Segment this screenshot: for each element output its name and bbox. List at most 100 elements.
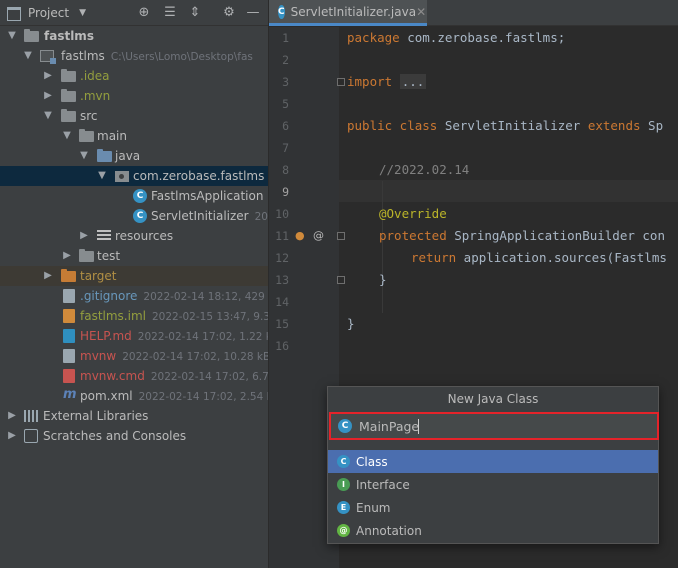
fold-marker-icon[interactable] — [337, 232, 345, 240]
tree-row-external-libraries[interactable]: ▶ External Libraries — [0, 406, 268, 426]
chevron-right-icon: ▶ — [44, 90, 52, 101]
tree-label: ServletInitializer 2022 — [151, 206, 268, 227]
project-view-selector[interactable]: Project ▼ — [0, 0, 86, 26]
tree-row-help[interactable]: HELP.md 2022-02-14 17:02, 1.22 kB — [0, 326, 268, 346]
file-name: fastlms.iml — [80, 309, 146, 323]
keyword: extends — [587, 118, 641, 133]
expand-all-icon[interactable]: ☰ — [162, 5, 178, 21]
markdown-file-icon — [63, 329, 75, 343]
tab-servlet-initializer[interactable]: C ServletInitializer.java ✕ — [269, 0, 427, 26]
class-icon: C — [278, 4, 285, 19]
chevron-right-icon: ▶ — [44, 70, 52, 81]
gear-icon[interactable]: ⚙ — [221, 5, 237, 21]
code-line: } — [347, 313, 355, 335]
tree-row-main[interactable]: ▼ main — [0, 126, 268, 146]
cmd-file-icon — [63, 369, 75, 383]
class-icon: C — [338, 419, 352, 433]
tree-label: External Libraries — [43, 409, 149, 423]
chevron-down-icon: ▼ — [8, 30, 16, 41]
tree-row-app-class[interactable]: C FastlmsApplication20 — [0, 186, 268, 206]
file-meta: 2022 — [254, 211, 268, 223]
class-icon: C — [337, 455, 350, 468]
fold-marker-icon[interactable] — [337, 78, 345, 86]
file-meta: 2022-02-14 17:02, 1.22 kB — [137, 331, 268, 343]
tree-label: Scratches and Consoles — [43, 429, 187, 443]
tree-label: java — [115, 149, 141, 163]
chevron-down-icon: ▼ — [98, 170, 106, 181]
tree-row-scratches[interactable]: ▶ Scratches and Consoles — [0, 426, 268, 446]
tree-row-test[interactable]: ▶ test — [0, 246, 268, 266]
line-number: 15 — [275, 317, 289, 331]
iml-file-icon — [63, 309, 75, 323]
tree-label: .gitignore 2022-02-14 18:12, 429 B 1 — [80, 286, 268, 307]
option-class[interactable]: C Class — [328, 450, 658, 473]
code-line: //2022.02.14 — [379, 159, 469, 181]
tree-label: fastlms.iml 2022-02-15 13:47, 9.3 kB — [80, 306, 268, 327]
option-annotation[interactable]: @ Annotation — [328, 519, 658, 542]
tree-label: target — [80, 269, 117, 283]
new-java-class-popup: New Java Class C MainPage C Class I Inte… — [327, 386, 659, 544]
tree-row-target[interactable]: ▶ target — [0, 266, 268, 286]
tree-label: resources — [115, 229, 174, 243]
file-name: pom.xml — [80, 389, 133, 403]
tree-row-mvnw[interactable]: mvnw 2022-02-14 17:02, 10.28 kB — [0, 346, 268, 366]
tree-row-mvn[interactable]: ▶ .mvn — [0, 86, 268, 106]
keyword: package — [347, 30, 400, 45]
close-icon[interactable]: ✕ — [416, 5, 426, 19]
file-meta: 2022-02-14 17:02, 2.54 kB — [138, 391, 268, 403]
module-path: C:\Users\Lomo\Desktop\fas — [110, 51, 253, 63]
class-icon: C — [133, 209, 147, 223]
tree-row-root[interactable]: ▼ fastlms — [0, 26, 268, 46]
tree-label: test — [97, 249, 121, 263]
tree-row-module[interactable]: ▼ fastlms C:\Users\Lomo\Desktop\fas — [0, 46, 268, 66]
class-name-field[interactable]: C MainPage — [329, 412, 659, 440]
folder-icon — [79, 129, 94, 142]
tree-row-pom[interactable]: m pom.xml 2022-02-14 17:02, 2.54 kB — [0, 386, 268, 406]
line-number: 7 — [282, 141, 289, 155]
tree-row-mvnwcmd[interactable]: mvnw.cmd 2022-02-14 17:02, 6.73 k — [0, 366, 268, 386]
tree-row-java[interactable]: ▼ java — [0, 146, 268, 166]
tree-row-gitignore[interactable]: .gitignore 2022-02-14 18:12, 429 B 1 — [0, 286, 268, 306]
line-number: 12 — [275, 251, 289, 265]
chevron-down-icon: ▼ — [44, 110, 52, 121]
collapse-all-icon[interactable]: ⇕ — [187, 5, 203, 21]
package-icon — [115, 171, 129, 182]
option-interface[interactable]: I Interface — [328, 473, 658, 496]
tree-row-resources[interactable]: ▶ resources — [0, 226, 268, 246]
code-line: import ... — [347, 71, 427, 93]
class-name-input[interactable]: MainPage — [359, 419, 419, 434]
indent-guide — [382, 181, 383, 313]
override-marker-icon[interactable]: ● — [295, 225, 305, 247]
file-meta: 2022-02-14 18:12, 429 B 1 — [143, 291, 268, 303]
tree-row-iml[interactable]: fastlms.iml 2022-02-15 13:47, 9.3 kB — [0, 306, 268, 326]
editor-tab-bar: C ServletInitializer.java ✕ — [269, 0, 678, 26]
hide-icon[interactable]: — — [245, 5, 261, 21]
code-text: } — [379, 272, 387, 287]
file-name: mvnw — [80, 349, 117, 363]
line-number: 13 — [275, 273, 289, 287]
tree-label: fastlms — [44, 29, 94, 43]
line-number: 5 — [282, 97, 289, 111]
option-enum[interactable]: E Enum — [328, 496, 658, 519]
spring-boot-class-icon: C — [133, 189, 147, 203]
interface-icon: I — [337, 478, 350, 491]
tree-row-servlet-class[interactable]: C ServletInitializer 2022 — [0, 206, 268, 226]
fold-marker-icon[interactable] — [337, 276, 345, 284]
text-caret — [418, 418, 420, 434]
tree-row-idea[interactable]: ▶ .idea — [0, 66, 268, 86]
project-title: Project — [28, 5, 70, 20]
project-icon — [6, 6, 22, 21]
tree-label: fastlms C:\Users\Lomo\Desktop\fas — [61, 46, 253, 67]
folded-imports[interactable]: ... — [399, 74, 427, 89]
line-number: 10 — [275, 207, 289, 221]
class-name: FastlmsApplication — [151, 189, 264, 203]
code-text: SpringApplicationBuilder con — [446, 228, 665, 243]
tree-row-package[interactable]: ▼ com.zerobase.fastlms — [0, 166, 268, 186]
annotation-icon: @ — [337, 524, 350, 537]
tree-label: mvnw 2022-02-14 17:02, 10.28 kB — [80, 346, 268, 367]
tree-row-src[interactable]: ▼ src — [0, 106, 268, 126]
chevron-right-icon: ▶ — [8, 410, 16, 421]
annotation-marker-icon[interactable]: @ — [313, 225, 324, 247]
locate-icon[interactable]: ⊕ — [136, 5, 152, 21]
tree-label: .idea — [80, 69, 110, 83]
